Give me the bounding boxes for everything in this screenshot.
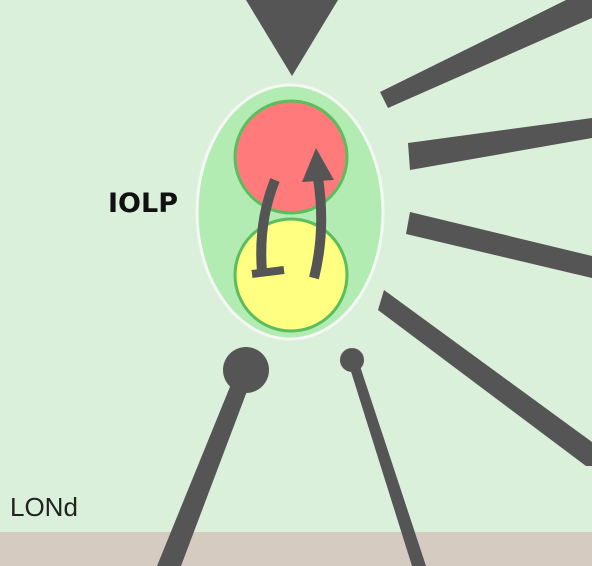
lond-layer-band bbox=[0, 532, 592, 566]
inhibition-tbar-head bbox=[251, 266, 285, 278]
small-bouton-icon bbox=[340, 348, 364, 372]
large-bouton-icon bbox=[223, 347, 269, 393]
diagram-canvas bbox=[0, 0, 592, 566]
lond-label: LONd bbox=[10, 492, 78, 522]
iolp-label: IOLP bbox=[108, 188, 178, 219]
